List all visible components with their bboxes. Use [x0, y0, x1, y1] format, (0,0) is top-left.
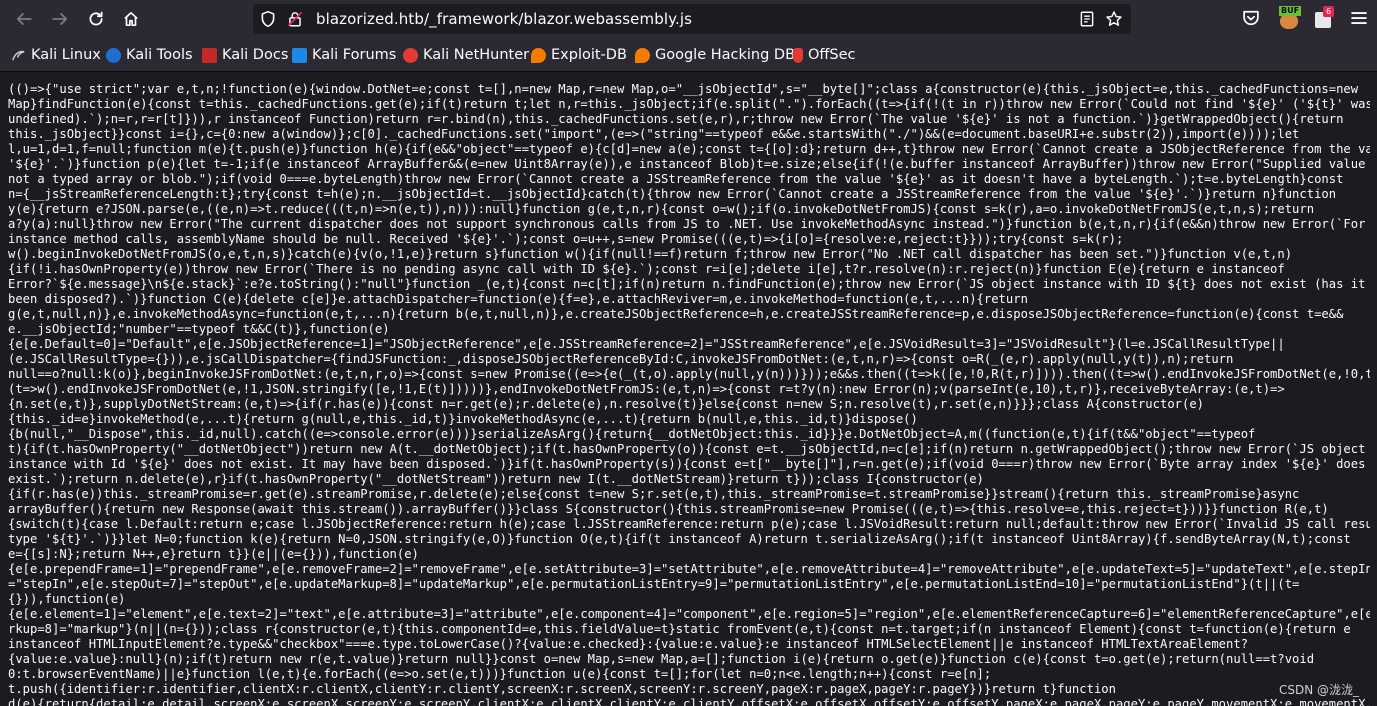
bookmark-exploit-db[interactable]: Exploit-DB	[531, 46, 627, 64]
kali-docs-icon	[202, 47, 217, 63]
forward-button[interactable]	[46, 5, 74, 33]
code-line: t.push({identifier:r.identifier,clientX:…	[8, 682, 1116, 696]
code-line: {switch(t){case l.Default:return e;case …	[8, 517, 1370, 531]
bookmark-offsec[interactable]: OffSec	[793, 46, 856, 64]
code-line: y(e){return e?JSON.parse(e,((e,n)=>t.red…	[8, 202, 1315, 216]
arrow-left-icon	[16, 13, 32, 25]
pocket-icon[interactable]	[1241, 8, 1261, 28]
code-line: g(e,t,null,n)},e.invokeMethodAsync=funct…	[8, 307, 1344, 321]
arrow-right-icon	[52, 13, 68, 25]
extension-badge: BUF	[1279, 6, 1302, 16]
code-line: {this._id=e}invokeMethod(e,...t){return …	[8, 412, 918, 426]
home-button[interactable]	[117, 5, 145, 33]
reload-icon	[89, 11, 103, 26]
code-line: {})),function(e)	[8, 592, 126, 606]
url-bar[interactable]: blazorized.htb/_framework/blazor.webasse…	[253, 4, 1131, 34]
code-line: l,u=1,d=1,f=null;function m(e){t.push(e)…	[8, 142, 1370, 156]
code-line: not a typed array or blob.");if(void 0==…	[8, 172, 1344, 186]
code-line: {b(null,"__Dispose",this._id,null).catch…	[8, 427, 1256, 441]
js-source-view: (()=>{"use strict";var e,t,n;!function(e…	[8, 82, 1370, 706]
code-line: instance method calls, assemblyName shou…	[8, 232, 1124, 246]
kali-linux-icon	[11, 48, 26, 63]
bookmark-kali-nethunter[interactable]: Kali NetHunter	[403, 46, 529, 64]
offsec-icon	[793, 47, 803, 63]
kali-tools-icon	[106, 47, 121, 63]
bookmark-kali-tools[interactable]: Kali Tools	[106, 46, 193, 64]
code-line: {if(r.has(e))this._streamPromise=r.get(e…	[8, 487, 1300, 501]
code-line: ="stepIn",e[e.stepOut=7]="stepOut",e[e.u…	[8, 577, 1300, 591]
code-line: d(e){return{detail:e.detail,screenX:e.sc…	[8, 697, 1370, 706]
code-line: n={__jsStreamReferenceLength:t};try{cons…	[8, 187, 1337, 201]
code-line: t){if(t.hasOwnProperty("__dotNetObject")…	[8, 442, 1366, 456]
code-line: type '${t}'.`)}}let N=0;function k(e){re…	[8, 532, 1351, 546]
shield-icon[interactable]	[259, 10, 277, 28]
reload-button[interactable]	[82, 5, 110, 33]
code-line: instance with Id '${e}' does not exist. …	[8, 457, 1370, 471]
code-line: {if(!i.hasOwnProperty(e))throw new Error…	[8, 262, 1285, 276]
extension-wappalyzer-button[interactable]: BUF	[1279, 6, 1302, 30]
exploit-db-icon	[531, 47, 546, 63]
code-line: e.__jsObjectId;"number"==typeof t&&C(t)}…	[8, 322, 390, 336]
code-line: been disposed?).`)}function C(e){delete …	[8, 292, 1028, 306]
bookmark-kali-linux[interactable]: Kali Linux	[11, 46, 101, 64]
watermark: CSDN @泷泷_	[1278, 683, 1359, 697]
url-text[interactable]: blazorized.htb/_framework/blazor.webasse…	[316, 10, 692, 28]
code-line: w().beginInvokeDotNetFromJS(o,e,t,n,s)}c…	[8, 247, 1293, 261]
extension-notifications-button[interactable]: 6	[1314, 6, 1336, 30]
code-line: {n.set(e,t)},supplyDotNetStream:(e,t)=>{…	[8, 397, 1205, 411]
reader-view-icon[interactable]	[1078, 10, 1096, 28]
hamburger-menu-icon[interactable]	[1349, 8, 1369, 28]
kali-nethunter-icon	[403, 47, 418, 63]
code-line: (()=>{"use strict";var e,t,n;!function(e…	[8, 82, 1359, 96]
ghdb-icon	[635, 47, 650, 63]
notification-count-badge: 6	[1323, 6, 1334, 17]
code-line: {e[e.Default=0]="Default",e[e.JSObjectRe…	[8, 337, 1285, 351]
code-line: {e[e.prependFrame=1]="prependFrame",e[e.…	[8, 562, 1370, 576]
code-line: '${e}'.`)}function p(e){let t=-1;if(e in…	[8, 157, 1370, 171]
code-line: rkup=8]="markup"}(n||(n={}));class r{con…	[8, 622, 1351, 636]
code-line: null==o?null:k(o)},beginInvokeJSFromDotN…	[8, 367, 1370, 381]
code-line: (t=>w().endInvokeJSFromDotNet(e,!1,JSON.…	[8, 382, 1285, 396]
back-button[interactable]	[10, 5, 38, 33]
code-line: undefined).`);n=r,r=r[t]})),r instanceof…	[8, 112, 1344, 126]
kali-forums-icon	[292, 47, 307, 63]
code-line: Error?`${e.message}\n${e.stack}`:e?e.toS…	[8, 277, 1366, 291]
bookmark-kali-docs[interactable]: Kali Docs	[202, 46, 288, 64]
code-line: Map}findFunction(e){const t=this._cached…	[8, 97, 1370, 111]
code-line: e={[s]:N};return N++,e}return t}}(e||(e=…	[8, 547, 419, 561]
code-line: this._jsObject}}const i={},c={0:new a(wi…	[8, 127, 1300, 141]
bookmark-kali-forums[interactable]: Kali Forums	[292, 46, 396, 64]
bookmarks-toolbar: Kali Linux Kali Tools Kali Docs Kali For…	[0, 38, 1377, 72]
code-line: {value:e.value}:null}(n);if(t)return new…	[8, 652, 1315, 666]
code-line: arrayBuffer(){return new Response(await …	[8, 502, 1329, 516]
code-line: a?y(a):null}throw new Error("The current…	[8, 217, 1366, 231]
code-line: 0:t.browserEventName)||e}function l(e,t)…	[8, 667, 992, 681]
code-line: {e[e.element=1]="element",e[e.text=2]="t…	[8, 607, 1370, 621]
browser-toolbar: blazorized.htb/_framework/blazor.webasse…	[0, 0, 1377, 38]
code-line: instanceof HTMLInputElement?e.type&&"che…	[8, 637, 1249, 651]
bookmark-star-icon[interactable]	[1105, 10, 1123, 28]
bookmark-google-hacking-db[interactable]: Google Hacking DB	[635, 46, 795, 64]
insecure-lock-icon[interactable]	[286, 10, 304, 28]
home-icon	[124, 11, 138, 27]
code-line: exist.`);return n.delete(e),r}if(t.hasOw…	[8, 472, 984, 486]
code-line: (e.JSCallResultType={})),e.jsCallDispatc…	[8, 352, 1234, 366]
